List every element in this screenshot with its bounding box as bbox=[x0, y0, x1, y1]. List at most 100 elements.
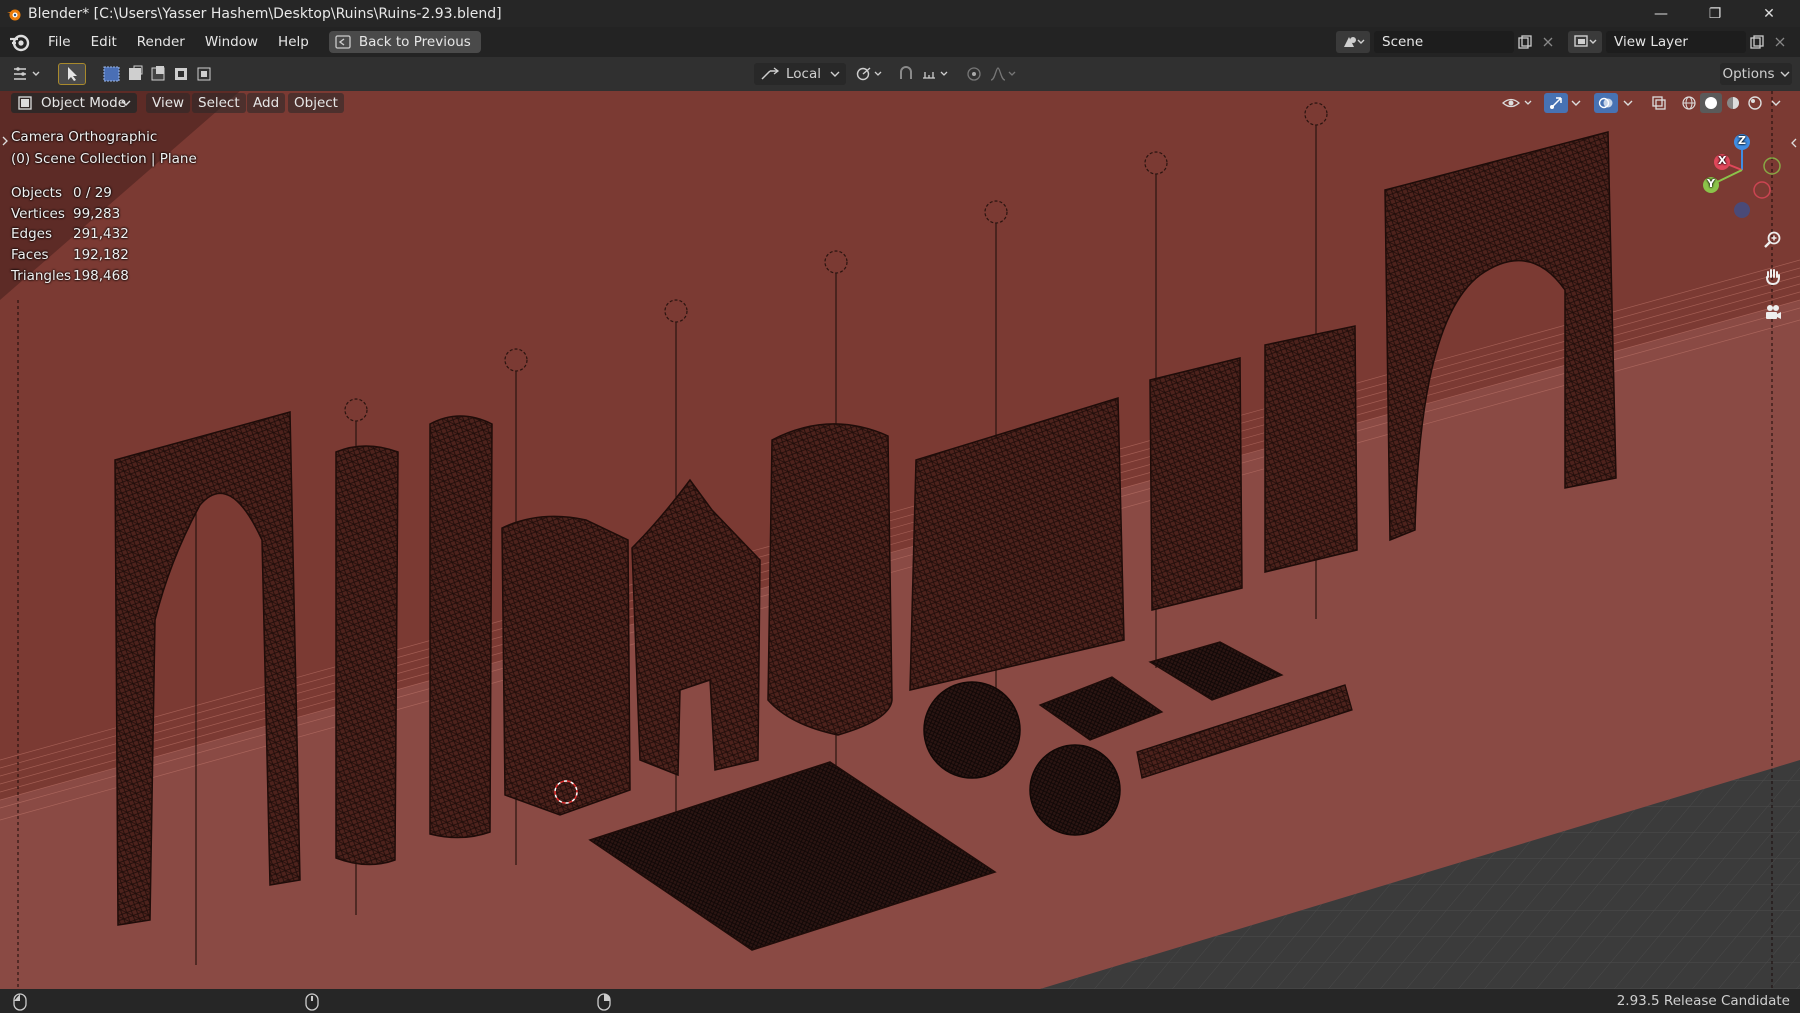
menu-file[interactable]: File bbox=[38, 27, 81, 57]
gizmo-z-label: Z bbox=[1738, 134, 1746, 147]
stat-value-vertices: 99,283 bbox=[73, 206, 121, 222]
view-layer-name-field[interactable]: View Layer bbox=[1606, 31, 1746, 53]
slab-2-mesh[interactable] bbox=[1264, 325, 1358, 573]
blender-logo-icon[interactable] bbox=[8, 31, 30, 53]
wireframe-shading-button[interactable] bbox=[1678, 93, 1700, 113]
pillar-1-mesh[interactable] bbox=[335, 445, 399, 866]
pan-icon bbox=[1766, 269, 1780, 286]
menu-render[interactable]: Render bbox=[127, 27, 195, 57]
delete-scene-button[interactable] bbox=[1538, 31, 1558, 53]
3d-viewport[interactable] bbox=[0, 91, 1800, 989]
options-label: Options bbox=[1722, 66, 1775, 82]
new-view-layer-button[interactable] bbox=[1746, 31, 1768, 53]
scene-browse-button[interactable] bbox=[1336, 31, 1370, 53]
transform-orientation-select[interactable]: Local bbox=[754, 63, 846, 85]
visibility-dropdown[interactable] bbox=[1500, 93, 1540, 113]
pillar-2-mesh[interactable] bbox=[429, 415, 493, 839]
view-layer-name: View Layer bbox=[1614, 34, 1688, 50]
visibility-icon bbox=[1502, 98, 1532, 108]
stat-value-edges: 291,432 bbox=[73, 226, 129, 242]
viewport-menu-add[interactable]: Add bbox=[247, 93, 286, 113]
stat-label-triangles: Triangles bbox=[11, 268, 72, 284]
sidebar-expand-icon[interactable] bbox=[1790, 138, 1798, 148]
options-dropdown[interactable]: Options bbox=[1720, 63, 1792, 85]
pivot-icon bbox=[856, 67, 882, 81]
status-bar bbox=[0, 989, 1800, 1013]
scene-name-field[interactable]: Scene bbox=[1374, 31, 1514, 53]
stone-block-mesh[interactable] bbox=[501, 515, 631, 816]
chevron-down-icon bbox=[1771, 100, 1781, 106]
object-mode-icon bbox=[18, 96, 32, 110]
editor-type-button[interactable] bbox=[8, 63, 48, 85]
view-layer-browse-button[interactable] bbox=[1568, 31, 1602, 53]
shading-dropdown[interactable] bbox=[1768, 93, 1784, 113]
camera-view-button[interactable] bbox=[1760, 299, 1786, 325]
mouse-icon bbox=[597, 993, 611, 1011]
view-layer-icon bbox=[1574, 35, 1597, 47]
snap-increment-icon bbox=[923, 71, 948, 79]
window-title: Blender* [C:\Users\Yasser Hashem\Desktop… bbox=[28, 5, 502, 22]
active-collection: (0) Scene Collection | Plane bbox=[11, 151, 197, 167]
proportional-falloff-button[interactable] bbox=[988, 63, 1022, 85]
toolbar-expand-icon[interactable] bbox=[1, 136, 9, 146]
solid-shading-button[interactable] bbox=[1700, 93, 1722, 113]
close-icon bbox=[1775, 37, 1785, 47]
snap-toggle-button[interactable] bbox=[894, 63, 918, 85]
mouse-icon bbox=[13, 993, 27, 1011]
snap-target-button[interactable] bbox=[920, 63, 954, 85]
rendered-shading-button[interactable] bbox=[1744, 93, 1766, 113]
rendered-shading-icon bbox=[1748, 96, 1762, 110]
blender-logo-icon bbox=[7, 9, 21, 20]
chevron-down-icon bbox=[1623, 100, 1633, 106]
back-to-previous-button[interactable]: Back to Previous bbox=[328, 31, 481, 53]
viewport-menu-object[interactable]: Object bbox=[288, 93, 344, 113]
zoom-view-button[interactable] bbox=[1760, 227, 1786, 253]
transform-orientation-value: Local bbox=[786, 66, 821, 82]
sphere-1-mesh[interactable] bbox=[923, 681, 1021, 779]
stat-value-faces: 192,182 bbox=[73, 247, 129, 263]
window-titlebar: Blender* [C:\Users\Yasser Hashem\Desktop… bbox=[0, 0, 1800, 27]
proportional-edit-button[interactable] bbox=[962, 63, 986, 85]
xray-toggle-button[interactable] bbox=[1648, 93, 1670, 113]
pivot-point-button[interactable] bbox=[854, 63, 888, 85]
pan-view-button[interactable] bbox=[1760, 263, 1786, 289]
editor-type-icon bbox=[14, 67, 40, 80]
menu-help[interactable]: Help bbox=[268, 27, 319, 57]
object-mode-select[interactable]: Object Mode bbox=[11, 93, 137, 113]
overlay-icon bbox=[1598, 97, 1613, 109]
new-scene-button[interactable] bbox=[1514, 31, 1536, 53]
minimize-button[interactable]: — bbox=[1634, 0, 1688, 27]
viewport-menu-select[interactable]: Select bbox=[192, 93, 246, 113]
slab-1-mesh[interactable] bbox=[1149, 357, 1243, 611]
object-mode-label: Object Mode bbox=[41, 95, 127, 111]
selection-mode-group[interactable] bbox=[100, 63, 216, 85]
viewport-menu-view[interactable]: View bbox=[146, 93, 191, 113]
thick-pillar-mesh[interactable] bbox=[767, 423, 893, 736]
gizmo-toggle-button[interactable] bbox=[1544, 93, 1568, 113]
sphere-2-mesh[interactable] bbox=[1029, 744, 1121, 836]
stat-value-objects: 0 / 29 bbox=[73, 185, 112, 201]
chevron-down-icon bbox=[1780, 71, 1790, 77]
chevron-down-icon bbox=[1571, 100, 1581, 106]
zoom-icon bbox=[1764, 231, 1781, 248]
duplicate-icon bbox=[1518, 35, 1532, 49]
menu-window[interactable]: Window bbox=[195, 27, 268, 57]
solid-shading-icon bbox=[1705, 97, 1717, 109]
material-shading-icon bbox=[1727, 97, 1739, 109]
transform-orientation-icon bbox=[761, 67, 780, 80]
overlay-dropdown[interactable] bbox=[1620, 93, 1636, 113]
select-tool-button[interactable] bbox=[58, 63, 86, 85]
stat-value-triangles: 198,468 bbox=[73, 268, 129, 284]
delete-view-layer-button[interactable] bbox=[1770, 31, 1790, 53]
stat-label-objects: Objects bbox=[11, 185, 63, 201]
close-button[interactable]: ✕ bbox=[1742, 0, 1796, 27]
overlay-toggle-button[interactable] bbox=[1594, 93, 1618, 113]
viewport-scene[interactable] bbox=[0, 91, 1800, 989]
proportional-edit-icon bbox=[967, 67, 981, 81]
material-shading-button[interactable] bbox=[1722, 93, 1744, 113]
gizmo-dropdown[interactable] bbox=[1568, 93, 1584, 113]
restore-button[interactable]: ❐ bbox=[1688, 0, 1742, 27]
version-label: 2.93.5 Release Candidate bbox=[1616, 993, 1790, 1009]
chevron-down-icon bbox=[830, 71, 840, 77]
menu-edit[interactable]: Edit bbox=[81, 27, 127, 57]
